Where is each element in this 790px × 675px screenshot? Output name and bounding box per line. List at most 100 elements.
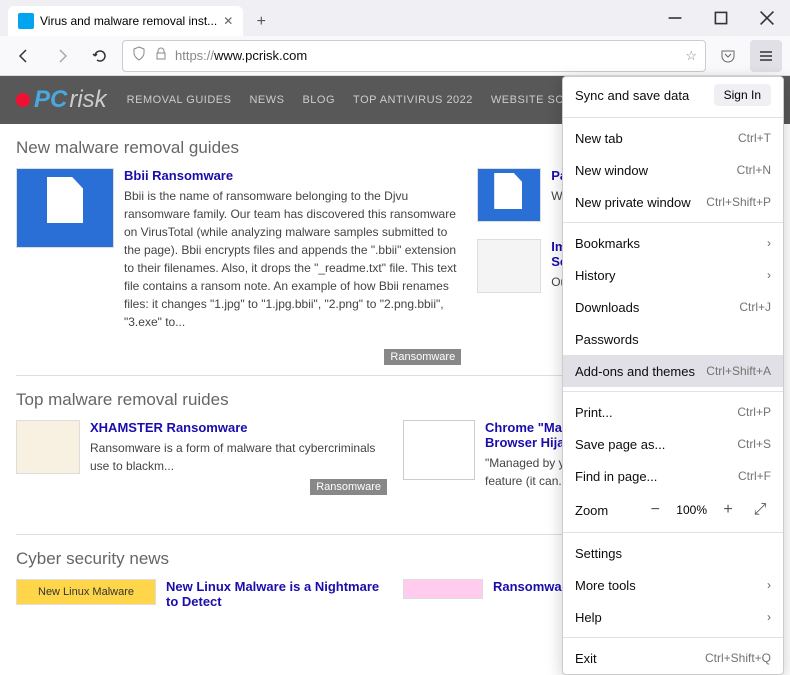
article-title[interactable]: New Linux Malware is a Nightmare to Dete…: [166, 579, 387, 609]
menu-new-tab[interactable]: New tab Ctrl+T: [563, 122, 783, 154]
menu-addons[interactable]: Add-ons and themes Ctrl+Shift+A: [563, 355, 783, 387]
nav-links: REMOVAL GUIDES NEWS BLOG TOP ANTIVIRUS 2…: [127, 94, 605, 106]
new-tab-button[interactable]: +: [247, 8, 275, 36]
article-title[interactable]: Bbii Ransomware: [124, 168, 461, 183]
menu-label: Downloads: [575, 300, 639, 315]
menu-shortcut: Ctrl+N: [737, 163, 771, 177]
maximize-button[interactable]: [698, 0, 744, 36]
menu-label: Bookmarks: [575, 236, 640, 251]
menu-shortcut: Ctrl+J: [739, 300, 771, 314]
article-excerpt: Ransomware is a form of malware that cyb…: [90, 439, 387, 475]
tab-title: Virus and malware removal inst...: [40, 14, 217, 28]
menu-more-tools[interactable]: More tools ›: [563, 569, 783, 601]
article-card[interactable]: Bbii Ransomware Bbii is the name of rans…: [16, 168, 461, 331]
menu-shortcut: Ctrl+F: [738, 469, 771, 483]
menu-label: More tools: [575, 578, 636, 593]
titlebar: Virus and malware removal inst... ✕ +: [0, 0, 790, 36]
menu-shortcut: Ctrl+S: [737, 437, 771, 451]
menu-print[interactable]: Print... Ctrl+P: [563, 396, 783, 428]
menu-label: Help: [575, 610, 602, 625]
menu-separator: [563, 532, 783, 533]
nav-top-antivirus[interactable]: TOP ANTIVIRUS 2022: [353, 94, 473, 106]
menu-settings[interactable]: Settings: [563, 537, 783, 569]
logo-text-risk: risk: [69, 86, 106, 114]
article-thumbnail: [477, 168, 541, 222]
article-excerpt: Bbii is the name of ransomware belonging…: [124, 187, 461, 331]
browser-tab[interactable]: Virus and malware removal inst... ✕: [8, 6, 243, 36]
menu-separator: [563, 117, 783, 118]
zoom-value: 100%: [676, 503, 707, 517]
article-card[interactable]: XHAMSTER Ransomware Ransomware is a form…: [16, 420, 387, 495]
article-thumbnail: [16, 168, 114, 248]
site-logo[interactable]: PCrisk: [16, 83, 107, 117]
menu-label: Passwords: [575, 332, 639, 347]
menu-label: Print...: [575, 405, 613, 420]
article-tag[interactable]: Ransomware: [310, 479, 387, 495]
article-tag[interactable]: Ransomware: [384, 349, 461, 365]
favicon: [18, 13, 34, 29]
zoom-out-button[interactable]: −: [644, 499, 666, 521]
article-thumbnail: [403, 579, 483, 599]
signin-button[interactable]: Sign In: [714, 84, 771, 106]
menu-new-window[interactable]: New window Ctrl+N: [563, 154, 783, 186]
article-title[interactable]: XHAMSTER Ransomware: [90, 420, 387, 435]
menu-label: Zoom: [575, 503, 608, 518]
menu-label: Sync and save data: [575, 88, 689, 103]
menu-exit[interactable]: Exit Ctrl+Shift+Q: [563, 642, 783, 674]
article-thumbnail: [403, 420, 475, 480]
forward-button[interactable]: [46, 40, 78, 72]
chevron-right-icon: ›: [767, 610, 771, 624]
menu-label: New tab: [575, 131, 623, 146]
logo-icon: [16, 93, 30, 107]
lock-icon: [153, 46, 169, 65]
nav-blog[interactable]: BLOG: [302, 94, 335, 106]
chevron-right-icon: ›: [767, 578, 771, 592]
menu-zoom: Zoom − 100% + ⤢: [563, 492, 783, 528]
url-text: https://www.pcrisk.com: [175, 48, 679, 63]
window-controls: [652, 0, 790, 36]
menu-separator: [563, 391, 783, 392]
article-card[interactable]: New Linux Malware New Linux Malware is a…: [16, 579, 387, 613]
minimize-button[interactable]: [652, 0, 698, 36]
menu-shortcut: Ctrl+Shift+A: [706, 364, 771, 378]
menu-help[interactable]: Help ›: [563, 601, 783, 633]
menu-downloads[interactable]: Downloads Ctrl+J: [563, 291, 783, 323]
article-thumbnail: [477, 239, 541, 293]
menu-passwords[interactable]: Passwords: [563, 323, 783, 355]
menu-find[interactable]: Find in page... Ctrl+F: [563, 460, 783, 492]
nav-removal-guides[interactable]: REMOVAL GUIDES: [127, 94, 232, 106]
article-thumbnail: [16, 420, 80, 474]
logo-text-pc: PC: [34, 86, 67, 114]
menu-private-window[interactable]: New private window Ctrl+Shift+P: [563, 186, 783, 218]
menu-bookmarks[interactable]: Bookmarks ›: [563, 227, 783, 259]
menu-label: History: [575, 268, 615, 283]
chevron-right-icon: ›: [767, 236, 771, 250]
browser-toolbar: https://www.pcrisk.com ☆: [0, 36, 790, 76]
menu-shortcut: Ctrl+Shift+Q: [705, 651, 771, 665]
pocket-button[interactable]: [712, 40, 744, 72]
menu-label: Add-ons and themes: [575, 364, 695, 379]
menu-save-page[interactable]: Save page as... Ctrl+S: [563, 428, 783, 460]
menu-label: New private window: [575, 195, 691, 210]
address-bar[interactable]: https://www.pcrisk.com ☆: [122, 40, 706, 72]
menu-label: New window: [575, 163, 648, 178]
chevron-right-icon: ›: [767, 268, 771, 282]
shield-icon: [131, 46, 147, 65]
zoom-in-button[interactable]: +: [717, 499, 739, 521]
menu-separator: [563, 637, 783, 638]
menu-sync[interactable]: Sync and save data Sign In: [563, 77, 783, 113]
menu-label: Save page as...: [575, 437, 665, 452]
application-menu: Sync and save data Sign In New tab Ctrl+…: [562, 76, 784, 675]
menu-label: Find in page...: [575, 469, 657, 484]
close-tab-icon[interactable]: ✕: [223, 14, 233, 28]
back-button[interactable]: [8, 40, 40, 72]
close-window-button[interactable]: [744, 0, 790, 36]
nav-news[interactable]: NEWS: [249, 94, 284, 106]
reload-button[interactable]: [84, 40, 116, 72]
fullscreen-button[interactable]: ⤢: [749, 499, 771, 521]
menu-history[interactable]: History ›: [563, 259, 783, 291]
hamburger-menu-button[interactable]: [750, 40, 782, 72]
star-icon[interactable]: ☆: [685, 48, 697, 64]
menu-shortcut: Ctrl+Shift+P: [706, 195, 771, 209]
menu-shortcut: Ctrl+T: [738, 131, 771, 145]
